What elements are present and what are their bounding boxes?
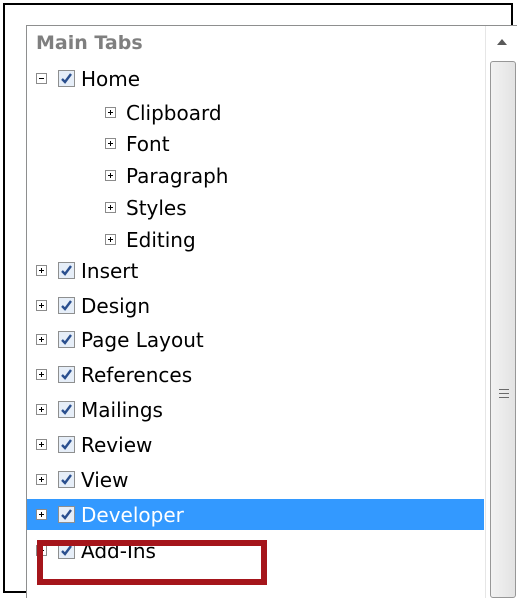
tree-item-label: Paragraph xyxy=(126,163,229,188)
tree-item-home[interactable]: Home xyxy=(27,63,484,94)
scrollbar-grip-icon xyxy=(499,389,509,401)
vertical-scrollbar[interactable] xyxy=(485,26,517,598)
plus-box-icon[interactable] xyxy=(36,474,47,485)
chevron-up-icon[interactable] xyxy=(494,34,510,50)
tree-item-label: Add-Ins xyxy=(81,538,156,563)
tree-item-label: Styles xyxy=(126,195,187,220)
tree-item-label: Review xyxy=(81,432,153,457)
checkmark-icon xyxy=(61,369,72,380)
plus-box-icon[interactable] xyxy=(105,107,116,118)
checkmark-icon xyxy=(61,474,72,485)
checkmark-icon xyxy=(61,334,72,345)
checkbox-design[interactable] xyxy=(58,297,75,314)
checkbox-developer[interactable] xyxy=(58,506,75,523)
tree-item-insert[interactable]: Insert xyxy=(27,255,484,286)
plus-box-icon[interactable] xyxy=(105,234,116,245)
checkbox-view[interactable] xyxy=(58,471,75,488)
checkbox-insert[interactable] xyxy=(58,262,75,279)
scrollbar-thumb[interactable] xyxy=(490,61,516,598)
tree-item-developer[interactable]: Developer xyxy=(27,499,484,530)
plus-box-icon[interactable] xyxy=(36,369,47,380)
checkbox-add-ins[interactable] xyxy=(58,542,75,559)
checkmark-icon xyxy=(61,300,72,311)
tree-header: Main Tabs xyxy=(36,32,143,54)
tree-item-review[interactable]: Review xyxy=(27,429,484,460)
main-tabs-panel: Main Tabs Home Clipboard Font Paragraph Styl… xyxy=(26,25,517,598)
plus-box-icon[interactable] xyxy=(36,545,47,556)
plus-box-icon[interactable] xyxy=(105,202,116,213)
tree-item-page-layout[interactable]: Page Layout xyxy=(27,324,484,355)
tree-item-label: View xyxy=(81,467,129,492)
checkmark-icon xyxy=(61,73,72,84)
tree-item-paragraph[interactable]: Paragraph xyxy=(27,160,484,191)
tree-item-label: Insert xyxy=(81,258,139,283)
tree-item-mailings[interactable]: Mailings xyxy=(27,394,484,425)
checkmark-icon xyxy=(61,545,72,556)
plus-box-icon[interactable] xyxy=(36,334,47,345)
tree-item-design[interactable]: Design xyxy=(27,290,484,321)
minus-box-icon[interactable] xyxy=(36,73,47,84)
tree-item-styles[interactable]: Styles xyxy=(27,192,484,223)
checkmark-icon xyxy=(61,509,72,520)
plus-box-icon[interactable] xyxy=(105,138,116,149)
checkbox-references[interactable] xyxy=(58,366,75,383)
tree-item-references[interactable]: References xyxy=(27,359,484,390)
checkbox-review[interactable] xyxy=(58,436,75,453)
tree-item-label: References xyxy=(81,362,193,387)
plus-box-icon[interactable] xyxy=(36,404,47,415)
checkbox-home[interactable] xyxy=(58,70,75,87)
tree-item-label: Mailings xyxy=(81,397,163,422)
plus-box-icon[interactable] xyxy=(36,439,47,450)
tree-item-add-ins[interactable]: Add-Ins xyxy=(27,535,484,566)
checkmark-icon xyxy=(61,265,72,276)
plus-box-icon[interactable] xyxy=(105,170,116,181)
tree-item-font[interactable]: Font xyxy=(27,128,484,159)
ribbon-tab-tree[interactable]: Main Tabs Home Clipboard Font Paragraph Styl… xyxy=(27,26,484,598)
tree-item-label: Font xyxy=(126,131,170,156)
tree-item-label: Developer xyxy=(81,502,184,527)
tree-item-label: Design xyxy=(81,293,151,318)
plus-box-icon[interactable] xyxy=(36,265,47,276)
checkbox-page-layout[interactable] xyxy=(58,331,75,348)
tree-item-label: Home xyxy=(81,66,141,91)
tree-item-clipboard[interactable]: Clipboard xyxy=(27,97,484,128)
checkmark-icon xyxy=(61,439,72,450)
plus-box-icon[interactable] xyxy=(36,509,47,520)
plus-box-icon[interactable] xyxy=(36,300,47,311)
checkbox-mailings[interactable] xyxy=(58,401,75,418)
tree-item-editing[interactable]: Editing xyxy=(27,224,484,255)
tree-item-label: Editing xyxy=(126,227,196,252)
tree-item-view[interactable]: View xyxy=(27,464,484,495)
tree-item-label: Clipboard xyxy=(126,100,222,125)
tree-item-label: Page Layout xyxy=(81,327,204,352)
checkmark-icon xyxy=(61,404,72,415)
